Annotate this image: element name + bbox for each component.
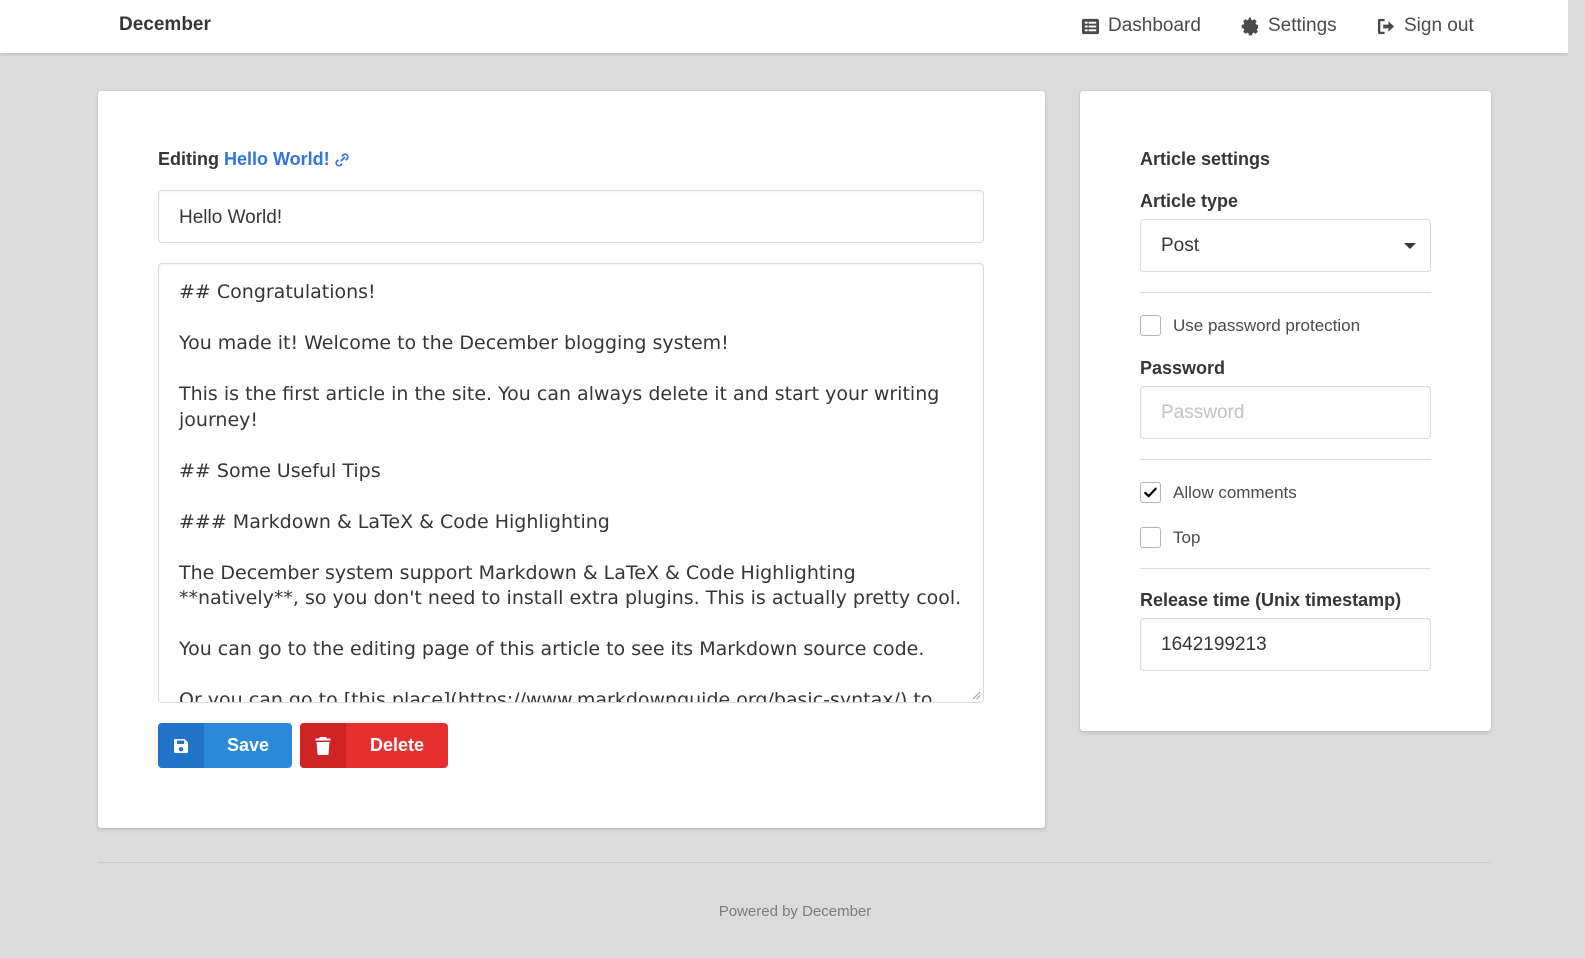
top-row[interactable]: Top [1140,527,1200,548]
release-time-label: Release time (Unix timestamp) [1140,590,1402,610]
password-input[interactable] [1161,401,1410,424]
content-line [179,357,963,383]
divider [1140,459,1431,460]
allow-comments-row[interactable]: Allow comments [1140,482,1297,503]
nav-dashboard-label: Dashboard [1108,15,1201,36]
article-settings-card: Article settings Article type Post Use p… [1080,91,1491,731]
editing-prefix: Editing [158,149,219,169]
article-content-textarea[interactable]: ## Congratulations! You made it! Welcome … [158,263,984,703]
article-type-value: Post [1161,234,1200,256]
save-button-label: Save [226,735,270,755]
content-line: This is the first article in the site. Y… [179,383,940,405]
divider [1140,568,1431,569]
content-line [179,612,963,638]
use-password-label: Use password protection [1173,315,1361,335]
release-time-input[interactable]: 1642199213 [1140,618,1431,671]
use-password-checkbox[interactable] [1140,315,1161,336]
footer-text: Powered by December [718,903,872,920]
save-icon-wrap [158,723,204,768]
checkmark-icon [1144,487,1157,498]
save-button[interactable]: Save [158,723,292,768]
footer-divider [98,862,1491,863]
delete-icon-wrap [300,723,346,768]
list-icon [1081,18,1100,34]
floppy-disk-icon [174,738,188,753]
delete-button-label: Delete [369,735,425,755]
content-line [179,663,963,689]
article-title-input[interactable]: Hello World! [158,190,984,243]
resize-handle-icon[interactable] [971,690,981,700]
content-line [179,484,963,510]
gear-icon [1241,17,1259,35]
content-line: You can go to the editing page of this a… [179,638,925,660]
release-time-value: 1642199213 [1161,634,1267,655]
editing-heading: Editing Hello World! [158,149,351,170]
editor-card: Editing Hello World! Hello World! ## Con… [98,91,1045,828]
password-field[interactable] [1140,386,1431,439]
trash-icon [315,736,331,755]
top-label: Top [1173,527,1201,547]
content-line: ## Some Useful Tips [179,459,381,482]
article-title-value: Hello World! [179,207,283,228]
content-line: journey! [179,408,259,431]
scrollbar-gutter[interactable] [1568,0,1585,958]
divider [1140,292,1431,293]
content-line [179,433,963,459]
content-line: ## Congratulations! [179,281,376,303]
link-icon [335,152,349,167]
nav-settings-label: Settings [1268,15,1337,36]
content-line [179,306,963,332]
content-line: Or you can go to [this place](https://ww… [179,689,933,703]
top-navbar: December Dashboard Settings Sign out [0,0,1568,53]
nav-settings[interactable]: Settings [1241,13,1337,39]
caret-down-icon [1404,242,1416,249]
allow-comments-label: Allow comments [1173,482,1297,502]
content-line: You made it! Welcome to the December blo… [179,332,729,354]
brand-logo-text[interactable]: December [119,14,211,36]
nav-sign-out[interactable]: Sign out [1377,13,1474,39]
allow-comments-checkbox[interactable] [1140,482,1161,503]
sign-out-icon [1377,18,1395,34]
use-password-row[interactable]: Use password protection [1140,315,1360,336]
password-label: Password [1140,358,1226,378]
content-line: The December system support Markdown & L… [179,561,856,584]
top-checkbox[interactable] [1140,527,1161,548]
delete-button[interactable]: Delete [300,723,448,768]
nav-sign-out-label: Sign out [1404,15,1474,36]
nav-dashboard[interactable]: Dashboard [1081,13,1201,39]
settings-heading: Article settings [1140,149,1271,169]
article-type-select[interactable]: Post [1140,219,1431,272]
article-type-label: Article type [1140,191,1239,211]
article-link-text: Hello World! [224,149,330,169]
article-link[interactable]: Hello World! [224,149,351,170]
content-line: **natively**, so you don't need to insta… [179,587,962,609]
content-line [179,535,963,561]
content-line: ### Markdown & LaTeX & Code Highlighting [179,510,610,533]
